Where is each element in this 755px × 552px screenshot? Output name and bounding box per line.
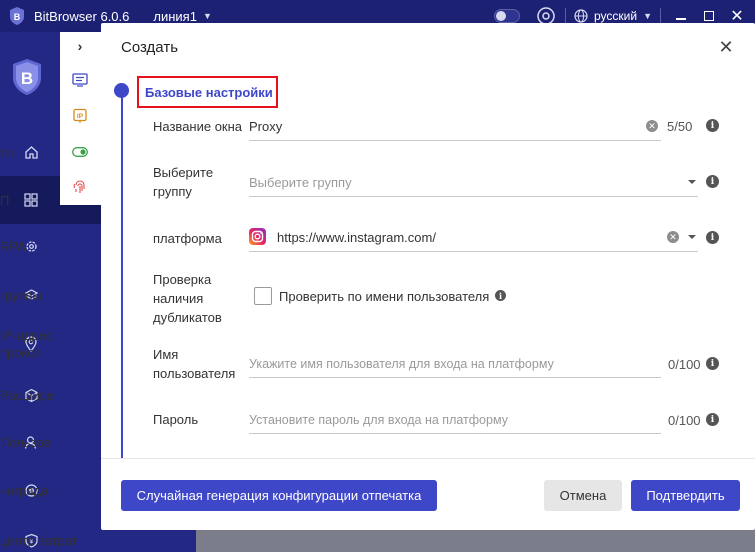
- sidebar-item-label: RPA: [0, 238, 26, 254]
- platform-underline: [249, 251, 698, 252]
- instagram-icon: [249, 228, 266, 245]
- backdrop-panel: [196, 530, 755, 552]
- username-underline: [249, 377, 661, 378]
- duplicate-check-option-label[interactable]: Проверить по имени пользователя: [279, 289, 489, 304]
- chevron-down-icon: ▼: [202, 11, 212, 21]
- info-icon[interactable]: i: [495, 290, 506, 301]
- monitor-icon: [72, 73, 88, 87]
- duplicate-check-label: Проверка наличия дубликатов: [153, 272, 222, 325]
- group-label: Выберите группу: [153, 165, 214, 199]
- dialog-step-toolbar: › IP: [60, 32, 101, 205]
- basic-settings-step-button[interactable]: [70, 70, 90, 90]
- dialog-close-button[interactable]: ✕: [718, 36, 734, 57]
- svg-text:B: B: [21, 69, 33, 88]
- fingerprint-icon: [73, 180, 85, 193]
- line-name: линия1: [153, 8, 197, 24]
- minimize-icon: [676, 18, 686, 20]
- password-label: Пароль: [153, 412, 199, 427]
- maximize-icon: [704, 11, 714, 21]
- bitbrowser-brand-logo-icon: B: [13, 59, 41, 95]
- chevron-down-icon[interactable]: [688, 180, 696, 184]
- sidebar-item-label: П: [0, 192, 10, 208]
- app-name: BitBrowser 6.0.6: [34, 8, 130, 24]
- grid-icon: [23, 192, 39, 208]
- chevron-down-icon: ▼: [643, 11, 652, 21]
- username-input[interactable]: Укажите имя пользователя для входа на пл…: [249, 357, 661, 371]
- separator: [565, 8, 567, 24]
- info-icon[interactable]: i: [706, 231, 719, 244]
- window-name-underline: [249, 140, 661, 141]
- password-underline: [249, 433, 661, 434]
- timeline-line: [121, 89, 123, 459]
- theme-toggle[interactable]: [493, 9, 521, 23]
- platform-select[interactable]: https://www.instagram.com/: [277, 230, 657, 245]
- chevron-down-icon[interactable]: [688, 235, 696, 239]
- line-selector[interactable]: линия1 ▼: [153, 9, 211, 24]
- sidebar-item-label: ти: [0, 144, 14, 160]
- clear-icon[interactable]: ✕: [667, 231, 679, 243]
- dialog-footer: Случайная генерация конфигурации отпечат…: [101, 458, 755, 530]
- maximize-button[interactable]: [697, 11, 721, 21]
- confirm-button[interactable]: Подтвердить: [631, 480, 740, 511]
- window-name-label: Название окна: [153, 119, 243, 134]
- home-icon: [23, 144, 39, 160]
- globe-icon: [574, 9, 588, 23]
- fingerprint-step-button[interactable]: [70, 177, 90, 197]
- dialog-title: Создать: [121, 39, 179, 56]
- password-input[interactable]: Установите пароль для входа на платформу: [249, 413, 661, 427]
- cancel-button[interactable]: Отмена: [544, 480, 622, 511]
- sidebar-item-label: Расшире: [0, 387, 55, 403]
- ip-icon: IP: [73, 108, 87, 123]
- window-name-input[interactable]: Proxy: [249, 119, 639, 134]
- clear-icon[interactable]: ✕: [646, 120, 658, 132]
- expand-toolbar-button[interactable]: ›: [70, 36, 90, 56]
- chevron-right-icon: ›: [77, 38, 83, 54]
- sidebar-item-label: группы: [0, 287, 42, 303]
- language-label: русский: [594, 9, 638, 23]
- username-label: Имя пользователя: [153, 347, 236, 381]
- svg-text:IP: IP: [77, 113, 84, 120]
- minimize-button[interactable]: [669, 12, 693, 20]
- proxy-step-button[interactable]: IP: [70, 106, 90, 126]
- group-underline: [249, 196, 698, 197]
- platform-label: платформа: [153, 231, 222, 246]
- close-icon: ✕: [718, 36, 734, 57]
- info-icon[interactable]: i: [706, 119, 719, 132]
- username-counter: 0/100: [668, 357, 701, 372]
- theme-switch-icon: [494, 9, 521, 23]
- info-icon[interactable]: i: [706, 357, 719, 370]
- bitbrowser-logo-icon: B: [10, 7, 24, 25]
- window-name-counter: 5/50: [667, 119, 693, 134]
- info-icon[interactable]: i: [706, 413, 719, 426]
- random-fingerprint-button[interactable]: Случайная генерация конфигурации отпечат…: [121, 480, 437, 511]
- separator: [660, 8, 661, 24]
- create-profile-dialog: Создать ✕ Базовые настройки Название окн…: [101, 23, 755, 530]
- language-selector[interactable]: русский ▼: [574, 9, 652, 23]
- duplicate-check-checkbox[interactable]: [254, 287, 272, 305]
- platform-step-button[interactable]: [70, 142, 90, 162]
- section-title-basic-settings: Базовые настройки: [137, 76, 278, 108]
- info-icon[interactable]: i: [706, 175, 719, 188]
- svg-text:B: B: [14, 12, 21, 22]
- password-counter: 0/100: [668, 413, 701, 428]
- timeline-dot: [114, 83, 129, 98]
- group-select[interactable]: Выберите группу: [249, 175, 669, 190]
- sidebar-item-label: награда: [0, 482, 49, 498]
- sidebar-item-label: IP-адрес прокси: [0, 328, 53, 360]
- toggle-icon: [72, 147, 88, 157]
- sidebar-item-label: Пользов: [0, 434, 51, 450]
- sidebar-item-label: центр затрат: [0, 532, 78, 548]
